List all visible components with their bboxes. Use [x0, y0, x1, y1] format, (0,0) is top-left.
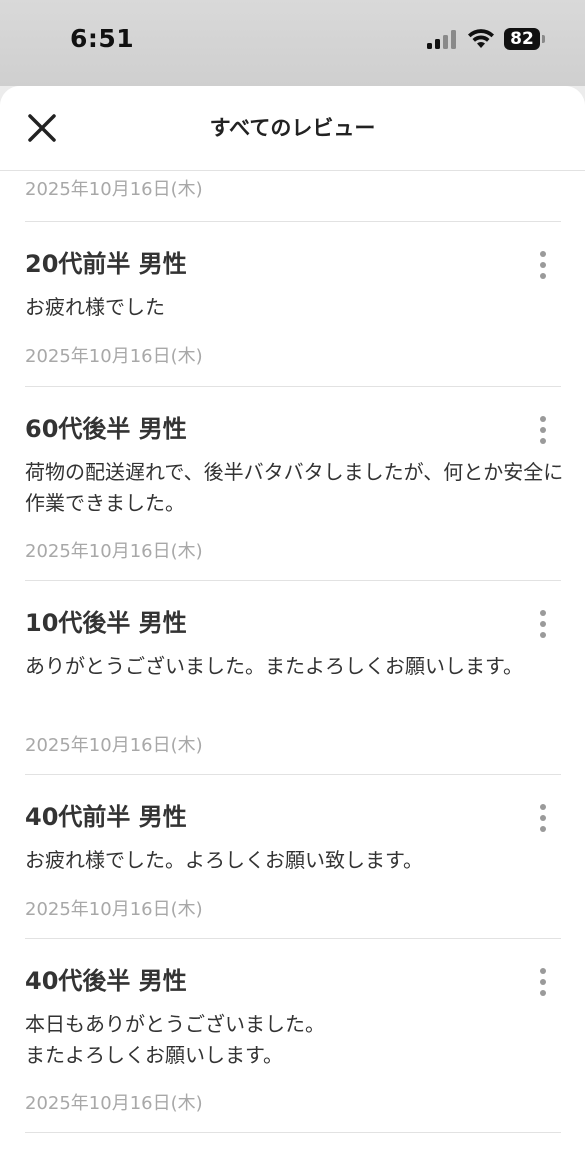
reviews-sheet: すべてのレビュー 2025年10月16日(木) 20代前半 男性 お疲れ様でした…	[0, 86, 585, 1151]
wifi-icon	[466, 27, 496, 49]
page-title: すべてのレビュー	[209, 116, 376, 140]
more-options-button[interactable]	[533, 802, 553, 836]
review-date: 2025年10月16日(木)	[25, 899, 203, 920]
review-date: 2025年10月16日(木)	[25, 735, 203, 756]
review-body: ありがとうございました。またよろしくお願いします。	[25, 654, 523, 678]
more-options-button[interactable]	[533, 966, 553, 1000]
more-options-button[interactable]	[533, 414, 553, 448]
review-item: 20代前半 男性 お疲れ様でした 2025年10月16日(木)	[25, 222, 561, 387]
review-date: 2025年10月16日(木)	[25, 346, 203, 367]
close-icon	[28, 114, 56, 142]
review-body: お疲れ様でした。よろしくお願い致します。	[25, 848, 423, 872]
review-item: 10代後半 男性 ありがとうございました。またよろしくお願いします。 2025年…	[25, 581, 561, 775]
sheet-header: すべてのレビュー	[0, 86, 585, 171]
review-item: 60代後半 男性 荷物の配送遅れで、後半バタバタしましたが、何とか安全に作業でき…	[25, 387, 563, 581]
review-date: 2025年10月16日(木)	[25, 179, 203, 200]
review-title: 20代前半 男性	[25, 250, 187, 278]
review-item: 40代後半 男性 本日もありがとうございました。 またよろしくお願いします。 2…	[25, 939, 561, 1133]
review-title: 60代後半 男性	[25, 415, 187, 443]
cellular-signal-icon	[427, 29, 459, 49]
battery-icon: 82	[504, 28, 540, 50]
close-button[interactable]	[22, 108, 62, 148]
battery-nub	[542, 35, 545, 43]
review-item: 40代前半 男性 お疲れ様でした。よろしくお願い致します。 2025年10月16…	[25, 775, 561, 939]
review-date: 2025年10月16日(木)	[25, 1093, 203, 1114]
review-body: 本日もありがとうございました。 またよろしくお願いします。	[25, 1012, 325, 1067]
review-title: 40代後半 男性	[25, 967, 187, 995]
review-body: 荷物の配送遅れで、後半バタバタしましたが、何とか安全に作業できました。	[25, 460, 564, 515]
more-options-button[interactable]	[533, 608, 553, 642]
review-title: 40代前半 男性	[25, 803, 187, 831]
review-date: 2025年10月16日(木)	[25, 541, 203, 562]
status-bar: 6:51 82	[0, 0, 585, 86]
review-title: 10代後半 男性	[25, 609, 187, 637]
review-body: お疲れ様でした	[25, 295, 165, 319]
more-options-button[interactable]	[533, 249, 553, 283]
review-item-partial: 2025年10月16日(木)	[25, 170, 561, 222]
status-time: 6:51	[70, 24, 135, 53]
review-list: 2025年10月16日(木) 20代前半 男性 お疲れ様でした 2025年10月…	[25, 170, 563, 1133]
